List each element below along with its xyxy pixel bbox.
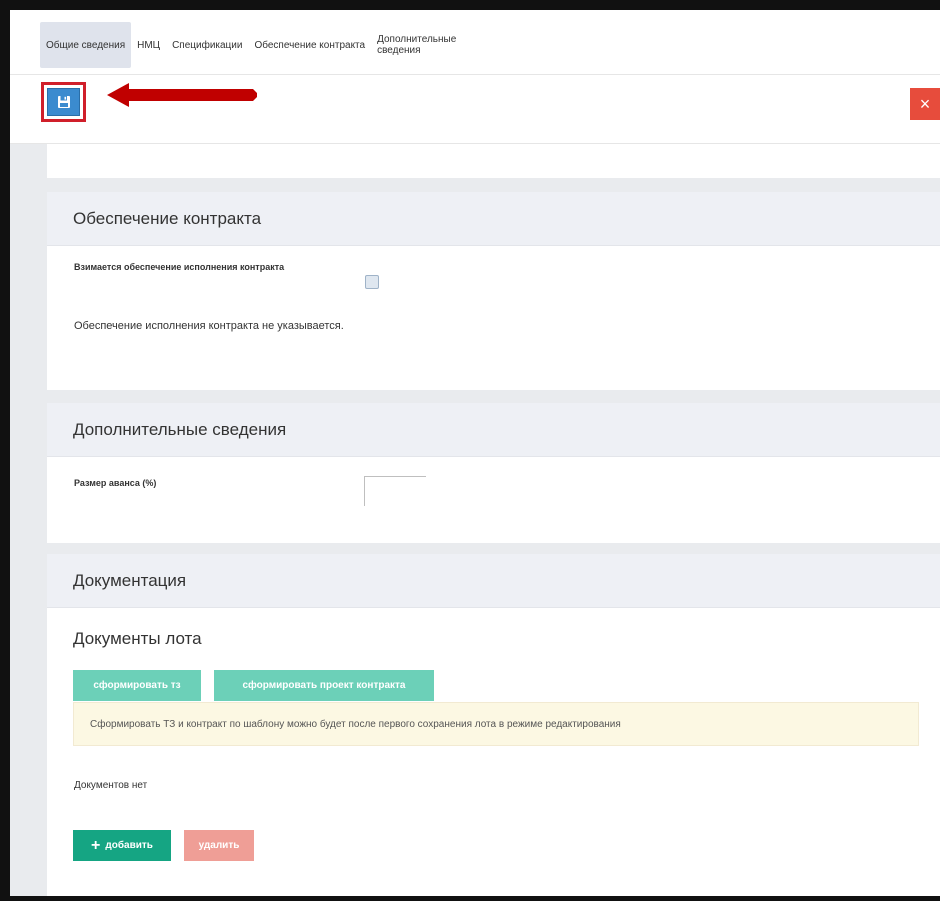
floppy-disk-icon [57,96,70,108]
contract-security-card: Обеспечение контракта Взимается обеспече… [47,192,940,390]
save-button[interactable] [47,88,80,116]
content-area: Обеспечение контракта Взимается обеспече… [10,144,940,896]
divider [10,74,940,75]
warning-alert: Сформировать ТЗ и контракт по шаблону мо… [73,702,919,746]
security-checkbox-label: Взимается обеспечение исполнения контрак… [74,262,285,272]
warning-text: Сформировать ТЗ и контракт по шаблону мо… [90,718,621,730]
delete-button[interactable]: удалить [184,830,254,861]
documentation-card: Документация Документы лота сформировать… [47,554,940,896]
advance-size-input[interactable] [364,476,426,506]
previous-section-card [47,144,940,178]
security-note: Обеспечение исполнения контракта не указ… [74,320,344,332]
security-checkbox[interactable] [365,275,379,289]
add-button-label: добавить [105,840,153,851]
annotation-arrow [107,83,257,107]
plus-icon: + [91,836,101,854]
generate-contract-button[interactable]: сформировать проект контракта [214,670,434,701]
tab-bar: Общие сведения НМЦ Спецификации Обеспече… [40,22,475,72]
close-button[interactable]: × [910,88,940,120]
advance-size-label: Размер аванса (%) [74,478,157,488]
page: Общие сведения НМЦ Спецификации Обеспече… [10,10,940,896]
tab-contract-security[interactable]: Обеспечение контракта [248,22,371,68]
no-documents-text: Документов нет [74,780,148,791]
section-title: Дополнительные сведения [47,403,940,457]
generate-tz-button[interactable]: сформировать тз [73,670,201,701]
tab-specifications[interactable]: Спецификации [166,22,248,68]
tab-additional-info[interactable]: Дополнительные сведения [371,22,475,68]
tab-general-info[interactable]: Общие сведения [40,22,132,68]
tab-nmc[interactable]: НМЦ [131,22,166,68]
additional-info-card: Дополнительные сведения Размер аванса (%… [47,403,940,543]
add-button[interactable]: + добавить [73,830,171,861]
lot-documents-title: Документы лота [73,629,202,648]
section-title: Документация [47,554,940,608]
section-title: Обеспечение контракта [47,192,940,246]
save-highlight-frame [41,82,86,122]
